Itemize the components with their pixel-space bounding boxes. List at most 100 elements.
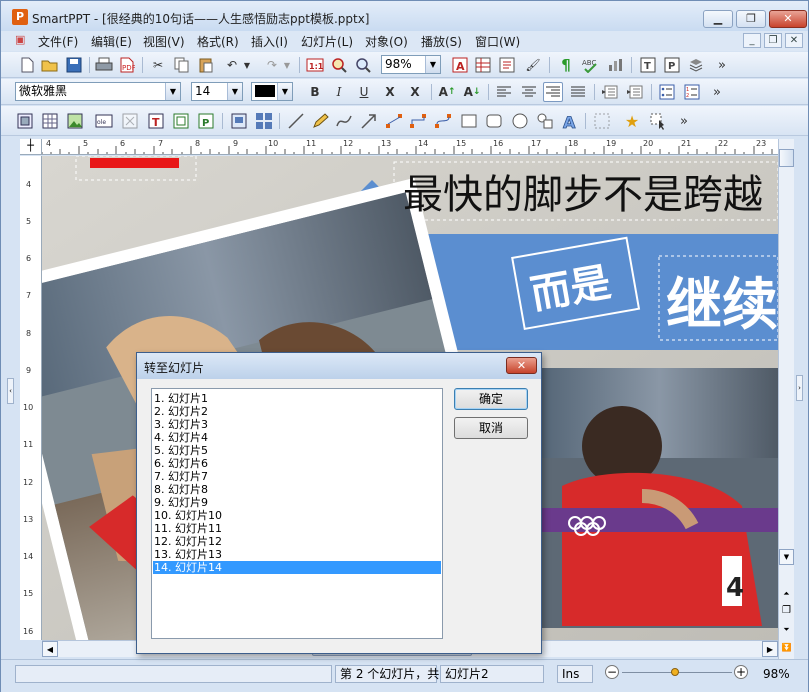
list-item[interactable]: 1. 幻灯片1 <box>153 392 441 405</box>
ruler-corner-icon[interactable]: ┼ <box>20 139 42 155</box>
undo-icon[interactable]: ↶ <box>222 55 242 75</box>
list-item[interactable]: 7. 幻灯片7 <box>153 470 441 483</box>
slide-tag-继续[interactable]: 继续 <box>666 260 778 341</box>
list-item[interactable]: 12. 幻灯片12 <box>153 535 441 548</box>
wordart-icon[interactable]: A <box>560 111 580 131</box>
zoom-slider-thumb[interactable] <box>671 668 679 676</box>
menu-object[interactable]: 对象(O) <box>365 33 408 50</box>
dialog-close-button[interactable]: ✕ <box>506 357 537 374</box>
font-color-dropdown-icon[interactable]: ▼ <box>277 83 292 100</box>
font-name-combo[interactable]: 微软雅黑 ▼ <box>15 82 181 101</box>
effects-dropdown-icon[interactable] <box>648 111 668 131</box>
insert-picture-icon[interactable] <box>65 111 85 131</box>
ellipse-tool-icon[interactable] <box>510 111 530 131</box>
menu-view[interactable]: 视图(V) <box>143 33 185 50</box>
export-pdf-icon[interactable]: PDF <box>117 55 137 75</box>
new-file-icon[interactable] <box>17 55 37 75</box>
undo-dropdown-icon[interactable]: ▼ <box>241 55 253 75</box>
last-slide-icon[interactable]: ⏬ <box>779 640 794 656</box>
paragraph-mark-icon[interactable]: ¶ <box>556 55 576 75</box>
align-right-icon[interactable] <box>543 82 563 102</box>
format-toolbar-overflow-icon[interactable]: » <box>707 82 727 102</box>
bulleted-list-icon[interactable] <box>657 82 677 102</box>
clear-format-icon[interactable]: X <box>405 82 425 102</box>
cut-icon[interactable]: ✂ <box>148 55 168 75</box>
list-item[interactable]: 9. 幻灯片9 <box>153 496 441 509</box>
outline-icon[interactable] <box>497 55 517 75</box>
list-item[interactable]: 4. 幻灯片4 <box>153 431 441 444</box>
slide-heading[interactable]: 最快的脚步不是跨越 <box>403 162 763 220</box>
elbow-connector-icon[interactable] <box>408 111 428 131</box>
insert-ole-icon[interactable]: ole <box>94 111 114 131</box>
shrink-font-icon[interactable]: A ↓ <box>462 82 482 102</box>
scroll-left-arrow-icon[interactable]: ◀ <box>42 641 58 657</box>
list-item[interactable]: 13. 幻灯片13 <box>153 548 441 561</box>
underline-icon[interactable]: U <box>354 82 374 102</box>
toolbar-overflow-icon[interactable]: » <box>712 55 732 75</box>
drawing-toolbar-overflow-icon[interactable]: » <box>674 111 694 131</box>
shapes-tool-icon[interactable] <box>535 111 555 131</box>
numbered-list-icon[interactable]: 12 <box>682 82 702 102</box>
smartppt-app-icon[interactable]: P <box>12 9 28 25</box>
insert-table-icon[interactable] <box>473 55 493 75</box>
curve-tool-icon[interactable] <box>334 111 354 131</box>
select-frame-icon[interactable] <box>15 111 35 131</box>
layers-icon[interactable] <box>686 55 706 75</box>
ok-button[interactable]: 确定 <box>454 388 528 410</box>
italic-icon[interactable]: I <box>329 82 349 102</box>
menu-file[interactable]: 文件(F) <box>38 33 78 50</box>
slide-list-icon[interactable]: ❐ <box>779 603 794 619</box>
list-item[interactable]: 10. 幻灯片10 <box>153 509 441 522</box>
template-p-icon[interactable]: P <box>662 55 682 75</box>
pencil-tool-icon[interactable] <box>310 111 330 131</box>
align-left-icon[interactable] <box>494 82 514 102</box>
strikethrough-icon[interactable]: X <box>380 82 400 102</box>
menu-window[interactable]: 窗口(W) <box>475 33 520 50</box>
mdi-restore-button[interactable]: ❐ <box>764 33 782 48</box>
increase-indent-icon[interactable] <box>625 82 645 102</box>
maximize-button[interactable]: ❐ <box>736 10 766 28</box>
decrease-indent-icon[interactable] <box>600 82 620 102</box>
menu-slide[interactable]: 幻灯片(L) <box>301 33 353 50</box>
left-pane-toggle-icon[interactable]: ‹ <box>7 378 14 404</box>
insert-media-icon[interactable] <box>120 111 140 131</box>
mdi-close-button[interactable]: ✕ <box>785 33 803 48</box>
template-t-icon[interactable]: T <box>638 55 658 75</box>
font-size-combo[interactable]: 14 ▼ <box>191 82 243 101</box>
arrow-tool-icon[interactable] <box>359 111 379 131</box>
menu-play[interactable]: 播放(S) <box>421 33 462 50</box>
insert-slide-icon[interactable] <box>229 111 249 131</box>
list-item[interactable]: 5. 幻灯片5 <box>153 444 441 457</box>
slide-listbox[interactable]: 1. 幻灯片1 2. 幻灯片2 3. 幻灯片3 4. 幻灯片4 5. 幻灯片5 … <box>151 388 443 639</box>
align-center-icon[interactable] <box>519 82 539 102</box>
vertical-scrollbar[interactable]: ▼ ⏶ ❐ ⏷ ⏬ <box>778 139 794 659</box>
menu-edit[interactable]: 编辑(E) <box>91 33 132 50</box>
doc-icon[interactable]: ▣ <box>15 33 25 46</box>
bold-icon[interactable]: B <box>305 82 325 102</box>
zoom-out-icon[interactable]: − <box>605 665 619 679</box>
font-name-dropdown-icon[interactable]: ▼ <box>165 83 180 100</box>
close-button[interactable]: ✕ <box>769 10 807 28</box>
scroll-down-arrow-icon[interactable]: ▼ <box>779 549 794 565</box>
scroll-thumb[interactable] <box>779 149 794 167</box>
grow-font-icon[interactable]: A ↑ <box>437 82 457 102</box>
mdi-minimize-button[interactable]: _ <box>743 33 761 48</box>
redo-dropdown-icon[interactable]: ▼ <box>281 55 293 75</box>
scroll-right-arrow-icon[interactable]: ▶ <box>762 641 778 657</box>
list-item[interactable]: 11. 幻灯片11 <box>153 522 441 535</box>
rounded-rect-tool-icon[interactable] <box>484 111 504 131</box>
open-folder-icon[interactable] <box>40 55 60 75</box>
chart-icon[interactable] <box>605 55 625 75</box>
magnifier-icon[interactable] <box>353 55 373 75</box>
copy-icon[interactable] <box>172 55 192 75</box>
zoom-in-icon[interactable]: + <box>734 665 748 679</box>
insert-page-icon[interactable]: P <box>196 111 216 131</box>
next-slide-icon[interactable]: ⏷ <box>779 622 794 638</box>
redo-icon[interactable]: ↷ <box>262 55 282 75</box>
list-item[interactable]: 8. 幻灯片8 <box>153 483 441 496</box>
cancel-button[interactable]: 取消 <box>454 417 528 439</box>
group-icon[interactable] <box>592 111 612 131</box>
justify-icon[interactable] <box>568 82 588 102</box>
curved-connector-icon[interactable] <box>433 111 453 131</box>
list-item[interactable]: 2. 幻灯片2 <box>153 405 441 418</box>
